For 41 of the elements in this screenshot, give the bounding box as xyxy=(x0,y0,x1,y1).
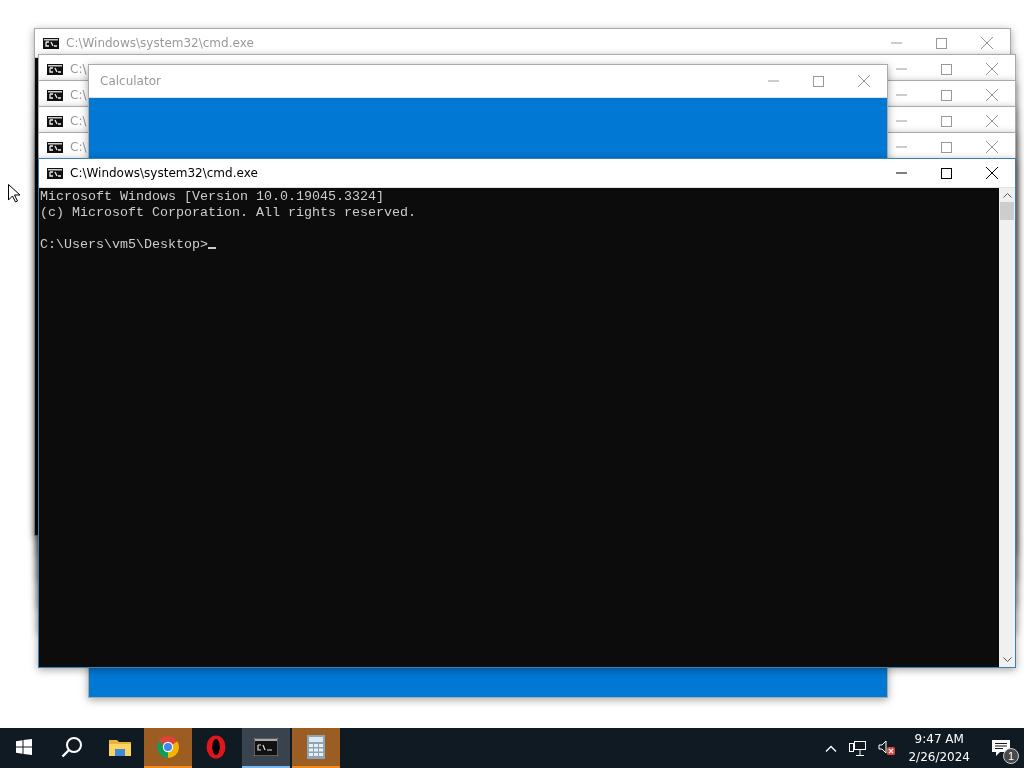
windows-logo-icon xyxy=(16,739,32,755)
window-title: C:\Windows\system32\cmd.exe xyxy=(66,36,254,50)
chrome-logo-icon xyxy=(156,735,180,759)
mouse-pointer-icon xyxy=(8,184,20,203)
opera-logo-icon xyxy=(206,735,226,759)
console-icon xyxy=(47,141,63,153)
console-icon xyxy=(47,89,63,101)
console-icon xyxy=(47,63,63,75)
muted-speaker-icon[interactable] xyxy=(878,740,897,756)
notification-count: 1 xyxy=(1003,748,1019,764)
console-icon xyxy=(47,115,63,127)
notifications-button[interactable]: 1 xyxy=(978,728,1024,768)
console-icon xyxy=(43,37,59,49)
network-icon[interactable] xyxy=(849,740,867,756)
window-title: C:\ xyxy=(70,62,87,76)
text-cursor xyxy=(207,247,216,249)
window-title: C:\Windows\system32\cmd.exe xyxy=(70,166,258,180)
calculator-icon xyxy=(307,735,325,759)
console-area[interactable]: Microsoft Windows [Version 10.0.19045.3324] (c) Microsoft Corporation. All rights reserved. C:\Users\vm5\Desktop> xyxy=(39,188,1015,667)
maximize-icon[interactable] xyxy=(941,167,952,179)
console-icon xyxy=(254,738,278,756)
console-icon xyxy=(47,167,63,179)
console-text: Microsoft Windows [Version 10.0.19045.3324] xyxy=(40,189,385,205)
search-icon xyxy=(61,736,83,758)
clock-date[interactable]: 2/26/2024 xyxy=(908,748,970,766)
scroll-down-icon[interactable] xyxy=(1002,657,1012,663)
window-title: Calculator xyxy=(99,74,161,88)
close-icon[interactable] xyxy=(986,167,998,179)
chevron-up-icon[interactable] xyxy=(825,744,838,752)
message-icon xyxy=(992,739,1010,757)
command-prompt: C:\Users\vm5\Desktop> xyxy=(40,237,208,252)
clock-time[interactable]: 9:47 AM xyxy=(914,730,964,748)
window-title: C:\ xyxy=(70,140,87,154)
window-title: C:\ xyxy=(70,88,87,102)
console-text: (c) Microsoft Corporation. All rights reserved. xyxy=(40,205,417,221)
scroll-thumb[interactable] xyxy=(1000,202,1014,220)
scrollbar[interactable] xyxy=(999,188,1015,667)
taskbar-app[interactable] xyxy=(242,728,290,768)
scroll-up-icon[interactable] xyxy=(1002,192,1012,198)
window-title: C:\ xyxy=(70,114,87,128)
folder-icon xyxy=(109,738,131,756)
